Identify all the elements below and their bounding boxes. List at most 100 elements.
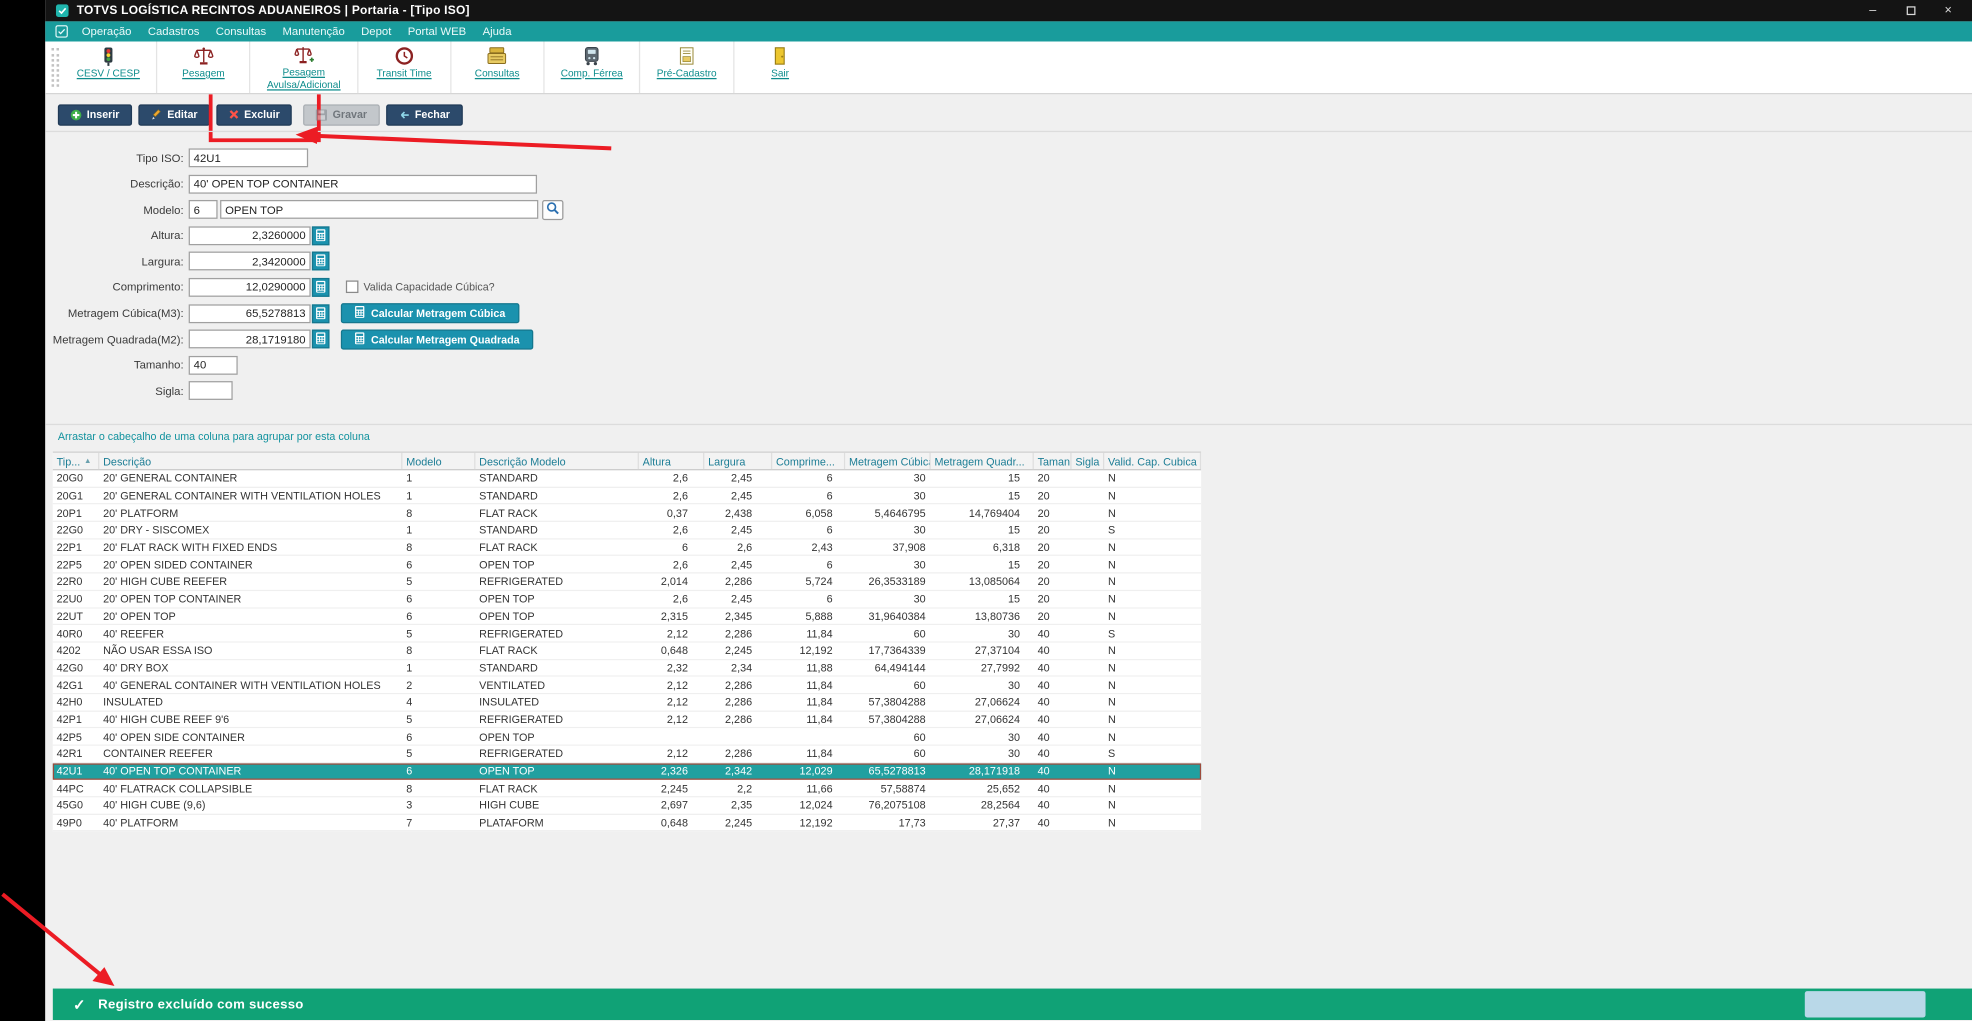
table-cell: 40' FLATRACK COLLAPSIBLE xyxy=(103,781,253,795)
fechar-button[interactable]: Fechar xyxy=(385,103,463,126)
table-cell: 27,37 xyxy=(992,816,1020,829)
tamanho-input[interactable] xyxy=(188,355,238,375)
table-cell: 2,438 xyxy=(725,506,753,520)
toolbar-item-pesagem-avulsa-adicional[interactable]: Pesagem Avulsa/Adicional xyxy=(249,41,357,94)
toolbar-grip-handle[interactable] xyxy=(51,47,60,87)
column-header-descricao[interactable]: Descrição xyxy=(99,452,403,470)
table-cell: 2,32 xyxy=(666,661,688,675)
table-row[interactable]: 22P1 20' FLAT RACK WITH FIXED ENDS 8 FLAT R… xyxy=(52,539,1202,557)
largura-input[interactable] xyxy=(188,252,311,271)
column-header-altura[interactable]: Altura xyxy=(639,452,705,470)
table-cell: 12,029 xyxy=(799,764,833,778)
toolbar-item-comp-ferrea[interactable]: Comp. Férrea xyxy=(543,41,639,94)
altura-calculator-button[interactable] xyxy=(311,226,330,245)
comprimento-input[interactable] xyxy=(188,277,311,297)
column-header-metragem-quadr[interactable]: Metragem Quadr... xyxy=(931,452,1034,470)
menu-item-consultas[interactable]: Consultas xyxy=(216,25,266,38)
menu-item-operacao[interactable]: Operação xyxy=(82,25,132,38)
table-cell: 11,84 xyxy=(806,678,833,692)
toolbar-item-consultas[interactable]: Consultas xyxy=(450,41,543,94)
table-row[interactable]: 20G0 20' GENERAL CONTAINER 1 STANDARD 2,6 2,4… xyxy=(52,470,1202,488)
table-row[interactable]: 22UT 20' OPEN TOP 6 OPEN TOP 2,315 2,345 5,888… xyxy=(52,608,1202,626)
metragem-cubica-calculator-button[interactable] xyxy=(311,303,330,323)
table-row[interactable]: 42G0 40' DRY BOX 1 STANDARD 2,32 2,34 11,88 64,… xyxy=(52,659,1202,677)
column-header-modelo[interactable]: Modelo xyxy=(402,452,476,470)
table-cell: 2,342 xyxy=(725,764,753,778)
column-header-metragem-cubica[interactable]: Metragem Cúbica xyxy=(845,452,931,470)
table-row[interactable]: 42P5 40' OPEN SIDE CONTAINER 6 OPEN TOP 60 30… xyxy=(52,728,1202,746)
calcular-metragem-cubica-button[interactable]: Calcular Metragem Cúbica xyxy=(340,303,520,324)
maximize-button[interactable] xyxy=(1892,0,1930,21)
column-header-largura[interactable]: Largura xyxy=(704,452,773,470)
table-row[interactable]: 22U0 20' OPEN TOP CONTAINER 6 OPEN TOP 2,6 2,… xyxy=(52,590,1202,609)
altura-input[interactable] xyxy=(188,226,311,245)
table-cell xyxy=(1072,643,1105,659)
table-row[interactable]: 40R0 40' REEFER 5 REFRIGERATED 2,12 2,286 11,8… xyxy=(52,625,1202,643)
table-row[interactable]: 42P1 40' HIGH CUBE REEF 9'6 5 REFRIGERATED 2… xyxy=(52,711,1202,729)
table-row[interactable]: 42G1 40' GENERAL CONTAINER WITH VENTILATI… xyxy=(52,676,1202,695)
inserir-button[interactable]: Inserir xyxy=(57,103,133,126)
menu-item-ajuda[interactable]: Ajuda xyxy=(483,25,512,38)
editar-button[interactable]: Editar xyxy=(138,103,211,126)
column-header-valid-cap-cubica[interactable]: Valid. Cap. Cubica xyxy=(1104,452,1202,470)
table-cell: 20G0 xyxy=(56,472,84,485)
menu-item-cadastros[interactable]: Cadastros xyxy=(148,25,200,38)
largura-calculator-button[interactable] xyxy=(311,252,330,271)
comprimento-calculator-button[interactable] xyxy=(311,277,330,297)
table-cell: 37,908 xyxy=(892,540,926,554)
table-row[interactable]: 20P1 20' PLATFORM 8 FLAT RACK 0,37 2,438 6,058… xyxy=(52,504,1202,523)
metragem-cubica-input[interactable] xyxy=(188,303,311,323)
table-cell: N xyxy=(1108,764,1116,778)
sigla-input[interactable] xyxy=(188,381,233,401)
table-row[interactable]: 22P5 20' OPEN SIDED CONTAINER 6 OPEN TOP 2,6… xyxy=(52,556,1202,574)
table-cell: 2,245 xyxy=(725,816,753,829)
table-row[interactable]: 22R0 20' HIGH CUBE REEFER 5 REFRIGERATED 2,0… xyxy=(52,573,1202,591)
close-button[interactable]: × xyxy=(1929,0,1967,21)
table-cell: OPEN TOP xyxy=(479,592,535,606)
toolbar-item-pre-cadastro[interactable]: Pré-Cadastro xyxy=(639,41,733,94)
calcular-metragem-quadrada-button[interactable]: Calcular Metragem Quadrada xyxy=(340,329,534,350)
table-cell: 2,286 xyxy=(725,627,753,640)
table-row[interactable]: 45G0 40' HIGH CUBE (9,6) 3 HIGH CUBE 2,697 2,… xyxy=(52,797,1202,815)
menu-item-manutencao[interactable]: Manutenção xyxy=(282,25,344,38)
toolbar-item-pesagem[interactable]: Pesagem xyxy=(156,41,249,94)
table-row[interactable]: 49P0 40' PLATFORM 7 PLATAFORM 0,648 2,245 12,1… xyxy=(52,814,1202,832)
table-cell: 30 xyxy=(913,472,926,485)
metragem-quadrada-calculator-button[interactable] xyxy=(311,329,330,349)
table-row[interactable]: 22G0 20' DRY - SISCOMEX 1 STANDARD 2,6 2,45 6 3… xyxy=(52,522,1202,540)
table-row-selected[interactable]: 42U1 40' OPEN TOP CONTAINER 6 OPEN TOP 2,326… xyxy=(52,763,1202,781)
column-header-tamanho[interactable]: Tamanho xyxy=(1034,452,1072,470)
menu-item-depot[interactable]: Depot xyxy=(361,25,391,38)
column-header-descricao-modelo[interactable]: Descrição Modelo xyxy=(475,452,639,470)
table-row[interactable]: 42H0 INSULATED 4 INSULATED 2,12 2,286 11,84 57,… xyxy=(52,694,1202,712)
column-header-sigla[interactable]: Sigla xyxy=(1072,452,1105,470)
gravar-button[interactable]: Gravar xyxy=(303,103,380,126)
toolbar-item-sair[interactable]: Sair xyxy=(732,41,826,94)
valida-capacidade-checkbox[interactable]: Valida Capacidade Cúbica? xyxy=(345,281,495,294)
sigla-label: Sigla: xyxy=(155,384,184,398)
menu-item-portal-web[interactable]: Portal WEB xyxy=(408,25,467,38)
modelo-code-input[interactable] xyxy=(188,200,218,220)
table-row[interactable]: 20G1 20' GENERAL CONTAINER WITH VENTILATI… xyxy=(52,487,1202,505)
table-row[interactable]: 42R1 CONTAINER REEFER 5 REFRIGERATED 2,12 2,2… xyxy=(52,745,1202,764)
minimize-button[interactable]: – xyxy=(1854,0,1892,21)
table-cell: 5 xyxy=(406,747,413,761)
table-row[interactable]: 4202 NÃO USAR ESSA ISO 8 FLAT RACK 0,648 2,24… xyxy=(52,642,1202,660)
table-cell: 2,245 xyxy=(725,644,753,657)
column-header-tip[interactable]: Tip... ▲ xyxy=(53,452,100,470)
table-cell: N xyxy=(1108,540,1116,554)
modelo-descricao-input[interactable] xyxy=(220,200,539,220)
table-cell: 14,769404 xyxy=(968,506,1020,520)
toolbar-item-cesv-cesp[interactable]: CESV / CESP xyxy=(60,42,156,94)
excluir-button[interactable]: Excluir xyxy=(216,103,293,126)
table-row[interactable]: 44PC 40' FLATRACK COLLAPSIBLE 8 FLAT RACK 2,… xyxy=(52,780,1202,798)
table-cell: 40' PLATFORM xyxy=(103,816,179,829)
table-cell: 17,73 xyxy=(898,816,926,829)
tipo-iso-input[interactable] xyxy=(188,148,309,168)
modelo-search-button[interactable] xyxy=(542,199,564,220)
descricao-input[interactable] xyxy=(188,174,538,194)
table-cell: 2,12 xyxy=(666,678,688,692)
column-header-comprime[interactable]: Comprime... xyxy=(772,452,846,470)
metragem-quadrada-input[interactable] xyxy=(188,329,311,349)
toolbar-item-transit-time[interactable]: Transit Time xyxy=(356,41,450,94)
